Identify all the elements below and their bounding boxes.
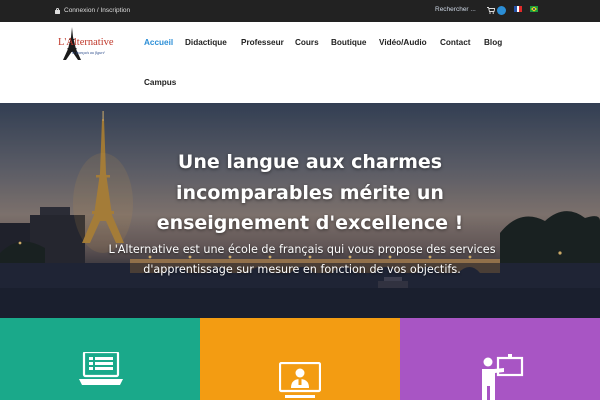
- nav-item-blog[interactable]: Blog: [484, 38, 502, 47]
- cart-count-badge[interactable]: [497, 6, 506, 15]
- login-link[interactable]: Connexion / Inscription: [55, 7, 130, 14]
- nav-item-professeur[interactable]: Professeur: [241, 38, 284, 47]
- top-bar: Connexion / Inscription Rechercher ...: [0, 0, 600, 22]
- feature-tile-2[interactable]: [200, 318, 400, 400]
- laptop-icon: [79, 352, 123, 385]
- feature-tile-1[interactable]: [0, 318, 200, 400]
- hero-subtitle: L'Alternative est une école de français …: [108, 243, 496, 276]
- nav-item-cours[interactable]: Cours: [295, 38, 319, 47]
- nav-item-boutique[interactable]: Boutique: [331, 38, 366, 47]
- logo-text: L'Alternative: [58, 37, 114, 48]
- hero-banner: Une langue aux charmes incomparables mér…: [0, 103, 600, 318]
- hero-title: Une langue aux charmes incomparables mér…: [156, 151, 464, 234]
- lock-icon: [55, 7, 60, 14]
- cart-icon[interactable]: [487, 7, 495, 14]
- video-teacher-icon: [279, 362, 321, 398]
- flag-br-icon[interactable]: [530, 6, 538, 12]
- nav-item-didactique[interactable]: Didactique: [185, 38, 227, 47]
- nav-item-video-audio[interactable]: Vidéo/Audio: [379, 38, 427, 47]
- search-input[interactable]: Rechercher ...: [435, 6, 476, 13]
- nav-item-accueil[interactable]: Accueil: [144, 38, 173, 47]
- site-header: L'Alternative le français au figuré Accu…: [0, 22, 600, 103]
- presenter-icon: [482, 354, 524, 400]
- login-label: Connexion / Inscription: [64, 7, 131, 14]
- logo-tagline: le français au figuré: [72, 50, 105, 55]
- nav-item-contact[interactable]: Contact: [440, 38, 470, 47]
- logo[interactable]: L'Alternative le français au figuré: [58, 27, 124, 61]
- flag-fr-icon[interactable]: [514, 6, 522, 12]
- nav-item-campus[interactable]: Campus: [144, 78, 176, 87]
- feature-tile-3[interactable]: [400, 318, 600, 400]
